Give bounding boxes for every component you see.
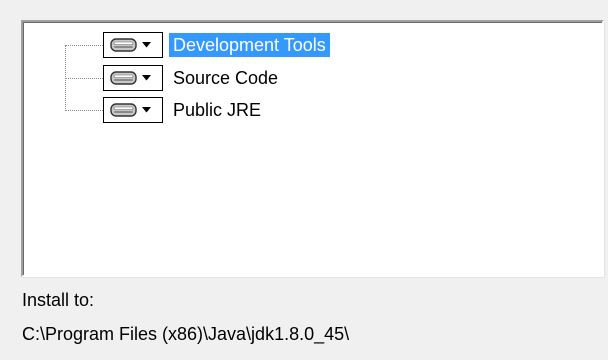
feature-dropdown-button[interactable] xyxy=(103,97,163,123)
drive-icon xyxy=(110,38,137,52)
feature-dropdown-button[interactable] xyxy=(103,65,163,91)
tree-item-development-tools[interactable]: Development Tools xyxy=(103,31,330,59)
chevron-down-icon xyxy=(142,42,151,48)
chevron-down-icon xyxy=(142,107,151,113)
chevron-down-icon xyxy=(142,75,151,81)
install-path-text: C:\Program Files (x86)\Java\jdk1.8.0_45\ xyxy=(22,324,350,344)
tree-item-label[interactable]: Public JRE xyxy=(169,98,265,122)
tree-item-public-jre[interactable]: Public JRE xyxy=(103,96,265,124)
drive-icon xyxy=(110,71,137,85)
install-to-label: Install to: xyxy=(22,290,95,310)
tree-item-label[interactable]: Development Tools xyxy=(169,33,330,57)
drive-icon xyxy=(110,103,137,117)
feature-dropdown-button[interactable] xyxy=(103,32,163,58)
tree-item-source-code[interactable]: Source Code xyxy=(103,64,282,92)
tree-item-label[interactable]: Source Code xyxy=(169,66,282,90)
feature-tree[interactable]: Development Tools Source Code Public JRE xyxy=(21,20,604,277)
